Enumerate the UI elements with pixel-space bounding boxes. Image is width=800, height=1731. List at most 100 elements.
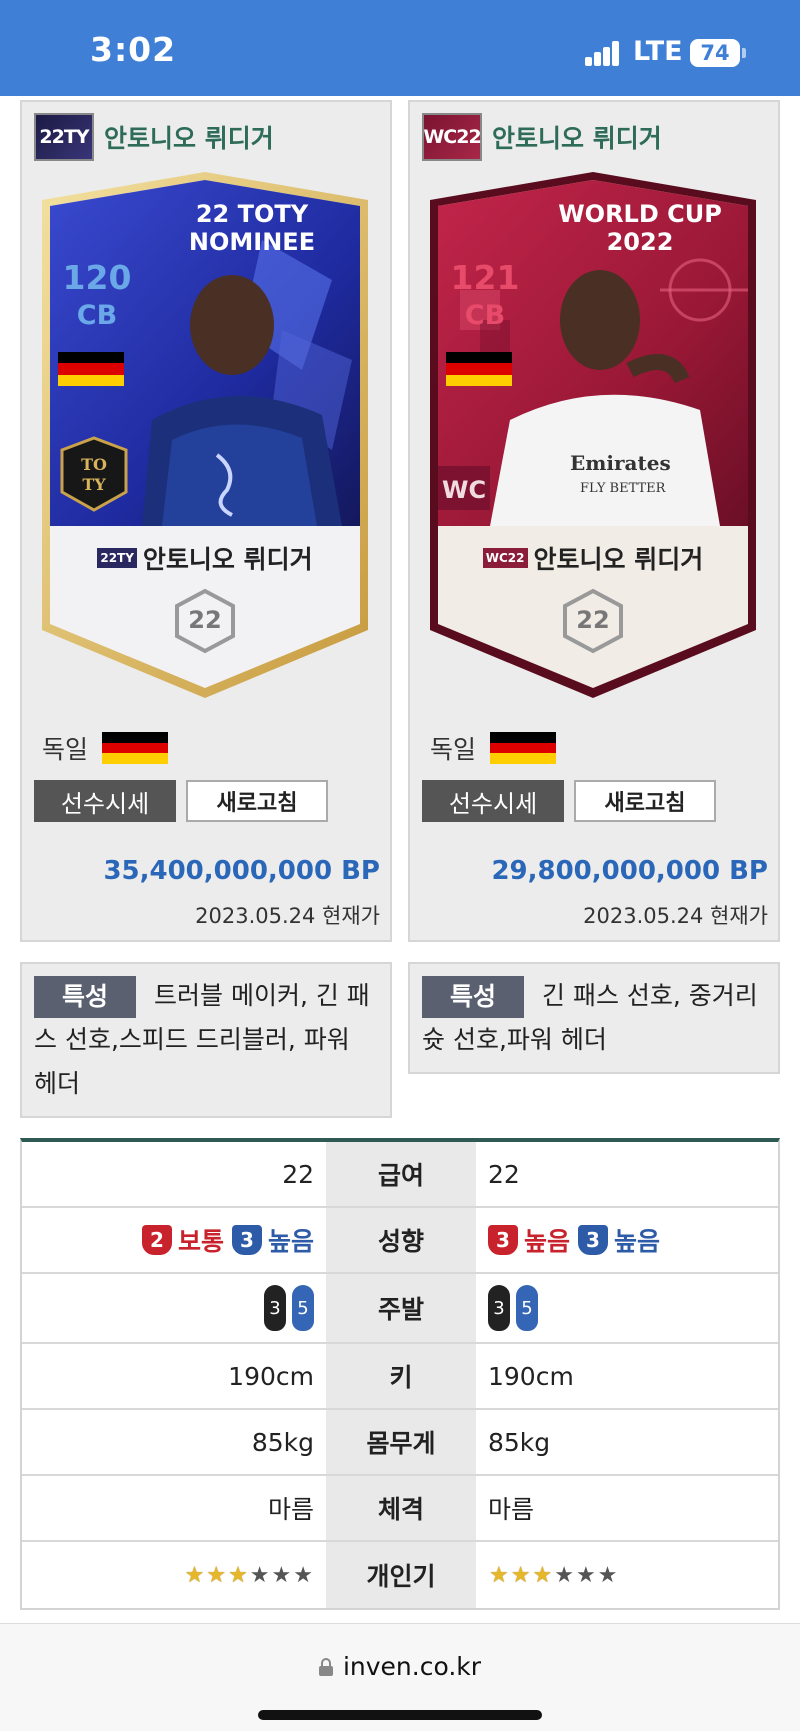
lock-icon — [318, 1657, 333, 1676]
height-left: 190cm — [228, 1361, 314, 1391]
svg-text:WC: WC — [442, 476, 486, 504]
star-filled-icon: ★ — [184, 1562, 205, 1588]
card-player-name: WC22 안토니오 뤼디거 — [420, 540, 766, 576]
card-number: 22 — [188, 606, 222, 634]
height-label: 키 — [326, 1344, 476, 1408]
table-row-popularity: ★ ★ ★ ★ ★ ★ 개인기 ★ ★ ★ ★ ★ ★ — [22, 1542, 778, 1608]
season-badge: 22TY — [34, 113, 94, 161]
weight-left: 85kg — [251, 1427, 314, 1457]
star-rating: ★ ★ ★ ★ ★ ★ — [488, 1563, 618, 1588]
price-history-button[interactable]: 선수시세 — [422, 780, 564, 822]
svg-text:FLY BETTER: FLY BETTER — [580, 481, 667, 496]
svg-text:TY: TY — [82, 475, 106, 494]
player-price: 35,400,000,000 BP — [103, 856, 380, 886]
refresh-button[interactable]: 새로고침 — [574, 780, 716, 822]
build-label: 체격 — [326, 1476, 476, 1540]
table-row-height: 190cm 키 190cm — [22, 1344, 778, 1410]
player-card[interactable]: TO TY 22 TOTY NOMINEE 120 CB 22TY 안토니오 뤼… — [32, 170, 378, 700]
popularity-left: ★ ★ ★ ★ ★ ★ — [22, 1542, 326, 1608]
tendency-label: 성향 — [326, 1208, 476, 1272]
tendency-right: 3 높음 3 높음 — [476, 1208, 778, 1272]
nation-label: 독일 — [430, 735, 477, 764]
card-mini-badge: 22TY — [97, 548, 137, 568]
price-date: 2023.05.24 현재가 — [195, 904, 380, 928]
price-controls: 선수시세 새로고침 — [34, 780, 328, 822]
attack-tendency: 2 보통 — [141, 1222, 224, 1258]
germany-flag-icon — [58, 352, 124, 386]
card-player-name: 22TY 안토니오 뤼디거 — [32, 540, 378, 576]
table-row-foot: 3 5 주발 3 5 — [22, 1274, 778, 1344]
nationality: 독일 — [42, 730, 169, 766]
build-left: 마름 — [267, 1495, 314, 1524]
foot-left: 3 5 — [22, 1274, 326, 1342]
shield-icon: 3 — [488, 1225, 518, 1255]
player-name[interactable]: 안토니오 뤼디거 — [492, 119, 662, 155]
price-controls: 선수시세 새로고침 — [422, 780, 716, 822]
home-indicator[interactable] — [258, 1710, 542, 1720]
foot-right: 3 5 — [476, 1274, 778, 1342]
tendency-text: 높음 — [267, 1227, 314, 1256]
card-number: 22 — [576, 606, 610, 634]
card-ovr: 120 — [62, 258, 132, 297]
foot-label: 주발 — [326, 1274, 476, 1342]
weight-label: 몸무게 — [326, 1410, 476, 1474]
traits-box-right: 특성 긴 패스 선호, 중거리 슛 선호,파워 헤더 — [408, 962, 780, 1074]
table-row-salary: 22 급여 22 — [22, 1142, 778, 1208]
card-ovr: 121 — [450, 258, 520, 297]
salary-left: 22 — [282, 1159, 314, 1189]
player-panel-left: 22TY 안토니오 뤼디거 TO TY 22 TOTY NOMINEE 120 … — [20, 100, 392, 942]
star-empty-icon: ★ — [249, 1562, 270, 1588]
salary-right: 22 — [488, 1159, 520, 1189]
nation-label: 독일 — [42, 735, 89, 764]
player-panel-right: WC22 안토니오 뤼디거 Emirates FLY BETTER WC WOR… — [408, 100, 780, 942]
player-header[interactable]: WC22 안토니오 뤼디거 — [422, 112, 662, 162]
address-bar[interactable]: inven.co.kr — [0, 1652, 800, 1681]
stats-comparison-table: 22 급여 22 2 보통 3 높음 성향 3 높음 3 높음 3 5 주발 3… — [20, 1138, 780, 1610]
card-position: CB — [76, 300, 118, 331]
nationality: 독일 — [430, 730, 557, 766]
season-badge: WC22 — [422, 113, 482, 161]
shield-icon: 2 — [141, 1225, 172, 1255]
star-empty-icon: ★ — [597, 1562, 618, 1588]
star-filled-icon: ★ — [532, 1562, 553, 1588]
status-time: 3:02 — [90, 30, 177, 69]
refresh-button[interactable]: 새로고침 — [186, 780, 328, 822]
card-edition-text: 22 TOTY NOMINEE — [188, 200, 316, 256]
star-rating: ★ ★ ★ ★ ★ ★ — [184, 1563, 314, 1588]
battery-icon: 74 — [690, 39, 740, 67]
svg-text:TO: TO — [81, 455, 107, 474]
trait-tag: 특성 — [422, 976, 524, 1018]
trait-tag: 특성 — [34, 976, 136, 1018]
player-price: 29,800,000,000 BP — [491, 856, 768, 886]
right-foot-icon: 5 — [292, 1285, 314, 1331]
star-empty-icon: ★ — [554, 1562, 574, 1588]
star-filled-icon: ★ — [228, 1562, 248, 1588]
player-header[interactable]: 22TY 안토니오 뤼디거 — [34, 112, 274, 162]
weight-right: 85kg — [488, 1427, 551, 1457]
player-card[interactable]: Emirates FLY BETTER WC WORLD CUP 2022 12… — [420, 170, 766, 700]
left-foot-icon: 3 — [264, 1285, 286, 1331]
player-name[interactable]: 안토니오 뤼디거 — [104, 119, 274, 155]
svg-text:Emirates: Emirates — [570, 451, 671, 475]
germany-flag-icon — [490, 732, 557, 764]
attack-tendency: 3 높음 — [488, 1222, 570, 1258]
height-right: 190cm — [488, 1361, 574, 1391]
table-row-tendency: 2 보통 3 높음 성향 3 높음 3 높음 — [22, 1208, 778, 1274]
left-foot-icon: 3 — [488, 1285, 510, 1331]
defense-tendency: 3 높음 — [578, 1222, 660, 1258]
tendency-text: 보통 — [177, 1227, 224, 1256]
url-text[interactable]: inven.co.kr — [343, 1652, 481, 1681]
star-filled-icon: ★ — [206, 1562, 227, 1588]
star-filled-icon: ★ — [489, 1562, 509, 1588]
defense-tendency: 3 높음 — [231, 1222, 314, 1258]
star-empty-icon: ★ — [575, 1562, 596, 1588]
card-mini-badge: WC22 — [482, 548, 528, 568]
star-empty-icon: ★ — [271, 1562, 292, 1588]
germany-flag-icon — [102, 732, 169, 764]
table-row-weight: 85kg 몸무게 85kg — [22, 1410, 778, 1476]
table-row-build: 마름 체격 마름 — [22, 1476, 778, 1542]
tendency-text: 높음 — [614, 1227, 661, 1256]
price-history-button[interactable]: 선수시세 — [34, 780, 176, 822]
popularity-right: ★ ★ ★ ★ ★ ★ — [476, 1542, 778, 1608]
right-foot-icon: 5 — [516, 1285, 538, 1331]
